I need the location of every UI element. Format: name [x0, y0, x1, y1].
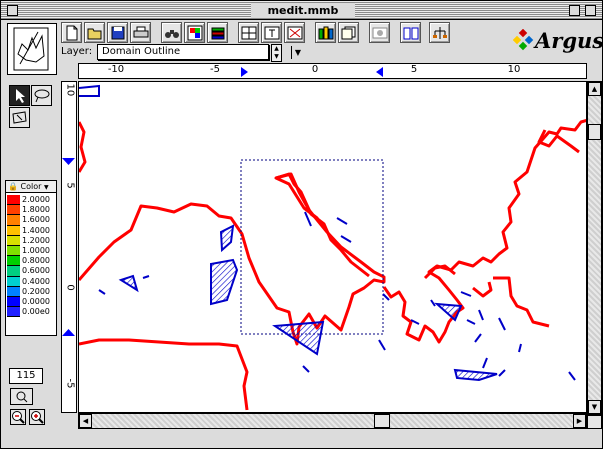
dotted-selection-box[interactable] [240, 159, 384, 335]
layer-label: Layer: [61, 46, 93, 57]
legend-swatch [7, 266, 20, 277]
legend-value: 0.00e0 [22, 307, 50, 317]
globe-card-icon[interactable] [369, 22, 390, 43]
legend-value: 1.2000 [22, 235, 50, 245]
scroll-left-arrow[interactable]: ◀ [79, 414, 92, 428]
window-title: medit.mmb [251, 3, 355, 18]
legend-entry: 0.2000 [7, 286, 56, 297]
legend-value: 1.4000 [22, 225, 50, 235]
ruler-marker-left[interactable] [241, 67, 248, 77]
map-canvas[interactable] [78, 81, 587, 413]
legend-value: 0.0000 [22, 297, 50, 306]
legend-value: 1.0000 [22, 246, 50, 255]
save-disk-icon[interactable] [107, 22, 128, 43]
legend-value: 0.8000 [22, 256, 50, 266]
scroll-up-arrow[interactable]: ▲ [588, 82, 601, 96]
legend-entry: 2.0000 [7, 195, 56, 206]
zoom-in-icon[interactable] [29, 409, 45, 425]
legend-swatch [7, 235, 20, 246]
zoom-fit-button[interactable] [10, 388, 33, 405]
legend-entry: 1.2000 [7, 235, 56, 246]
scroll-down-arrow[interactable]: ▼ [588, 400, 601, 414]
horizontal-ruler: -10 -5 0 5 10 [78, 63, 587, 79]
legend-entry: 0.6000 [7, 266, 56, 277]
chevron-down-icon: ▼ [291, 46, 304, 59]
legend-value: 1.6000 [22, 215, 50, 225]
open-book-icon[interactable] [400, 22, 421, 43]
legend-mode-popup[interactable]: 🔒 Color ▼ [6, 181, 56, 193]
books-icon[interactable] [315, 22, 336, 43]
ruler-marker-right[interactable] [376, 67, 383, 77]
lasso-tool[interactable] [31, 85, 52, 106]
open-folder-icon[interactable] [84, 22, 105, 43]
document-preview-icon [7, 23, 57, 75]
close-box[interactable] [7, 5, 18, 16]
legend-swatch [7, 195, 20, 206]
legend-value: 2.0000 [22, 195, 50, 204]
legend-swatch [7, 256, 20, 267]
legend-value: 1.8000 [22, 205, 50, 215]
document-stack-icon[interactable] [338, 22, 359, 43]
scroll-right-arrow[interactable]: ▶ [573, 414, 586, 428]
legend-mode-label: Color [20, 182, 42, 191]
legend-swatch [7, 225, 20, 236]
new-file-icon[interactable] [61, 22, 82, 43]
legend-value: 0.2000 [22, 286, 50, 296]
vertical-scroll-thumb[interactable] [588, 124, 601, 140]
grid-icon[interactable] [238, 22, 259, 43]
ruler-marker-top[interactable] [62, 158, 75, 165]
legend-entry: 1.0000 [7, 246, 56, 257]
color-palette-icon[interactable] [184, 22, 205, 43]
legend-swatch [7, 297, 20, 308]
layer-dropdown-value: Domain Outline [102, 46, 181, 57]
zoom-value-field[interactable]: 115 [9, 368, 43, 384]
text-box-icon[interactable] [261, 22, 282, 43]
legend-entry: 1.8000 [7, 205, 56, 216]
legend-entry: 1.4000 [7, 225, 56, 236]
tree-icon[interactable] [429, 22, 450, 43]
zoom-out-icon[interactable] [10, 409, 26, 425]
layers-stack-icon[interactable] [207, 22, 228, 43]
layer-stepper[interactable]: ▲ ▼ [271, 44, 282, 62]
legend-entry: 0.0000 [7, 297, 56, 308]
horizontal-scroll-thumb[interactable] [374, 414, 390, 428]
title-bar[interactable]: medit.mmb [1, 1, 602, 20]
legend-value: 0.4000 [22, 276, 50, 286]
lock-icon: 🔒 [8, 182, 18, 191]
cross-grid-icon[interactable] [284, 22, 305, 43]
layer-dropdown[interactable]: Domain Outline ▼ [97, 44, 301, 60]
legend-entry: 1.6000 [7, 215, 56, 226]
legend-swatch [7, 286, 20, 297]
map-drawing[interactable] [79, 82, 587, 413]
arrow-select-tool[interactable] [9, 85, 30, 106]
vertical-ruler: 10 5 0 -5 [61, 81, 77, 413]
argus-logo: Argus [513, 27, 603, 59]
legend-entry: 0.00e0 [7, 307, 56, 318]
binoculars-icon[interactable] [161, 22, 182, 43]
ruler-marker-bottom[interactable] [62, 329, 75, 336]
legend-entry: 0.8000 [7, 256, 56, 267]
resize-grow-box[interactable] [587, 415, 602, 429]
vertical-scrollbar[interactable]: ▲ ▼ [587, 81, 602, 415]
legend-swatch [7, 307, 20, 318]
horizontal-scrollbar[interactable]: ◀ ▶ [78, 413, 587, 429]
print-icon[interactable] [130, 22, 151, 43]
zoom-box[interactable] [569, 5, 580, 16]
collapse-box[interactable] [585, 5, 596, 16]
logo-text: Argus [535, 28, 603, 53]
legend-swatch [7, 276, 20, 287]
legend-entry: 0.4000 [7, 276, 56, 287]
legend-swatch [7, 246, 20, 257]
app-window: medit.mmb Layer: Domain Outline ▼ ▲ ▼ Ar… [0, 0, 603, 449]
chevron-down-icon: ▼ [43, 184, 49, 191]
legend-value: 0.6000 [22, 266, 50, 276]
legend-swatch [7, 215, 20, 226]
coastline [79, 119, 586, 411]
edit-shape-tool[interactable] [9, 107, 30, 128]
legend-swatch [7, 205, 20, 216]
color-legend: 🔒 Color ▼ 2.0000 1.8000 1.6000 1.4000 1.2000… [5, 180, 57, 336]
